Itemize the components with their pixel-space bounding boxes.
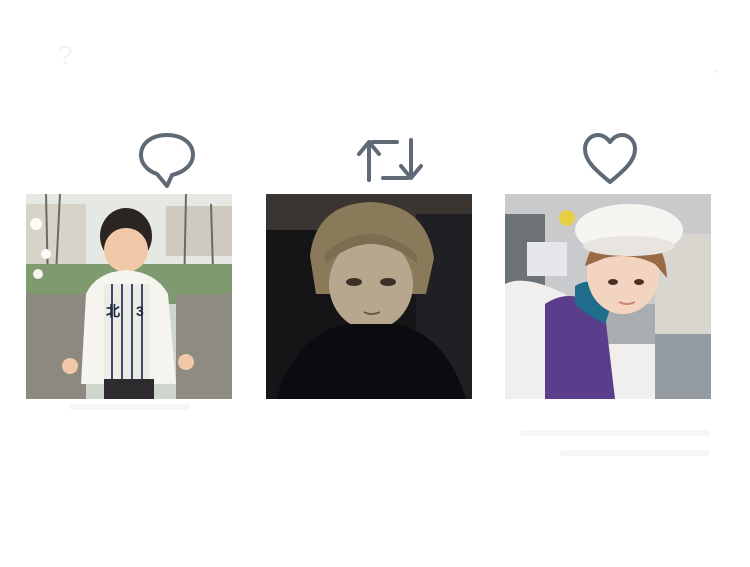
photo-dark-hoodie [266,194,472,399]
photo-child-baseball-jacket: 北 3 [26,194,232,399]
photo-white-beret [505,194,711,399]
faint-divider [70,404,190,410]
faint-divider [520,430,710,436]
faint-divider [560,450,710,456]
faint-glyph: ? [58,40,73,70]
heart-outline-icon[interactable] [580,130,640,190]
speech-bubble-icon[interactable] [137,130,197,190]
retweet-arrows-icon[interactable] [355,130,425,190]
svg-text:3: 3 [136,303,144,319]
faint-chevron-icon: ⌄ [710,60,722,76]
meme-canvas: ? ⌄ 北 3 [0,0,750,567]
svg-text:北: 北 [106,303,120,319]
